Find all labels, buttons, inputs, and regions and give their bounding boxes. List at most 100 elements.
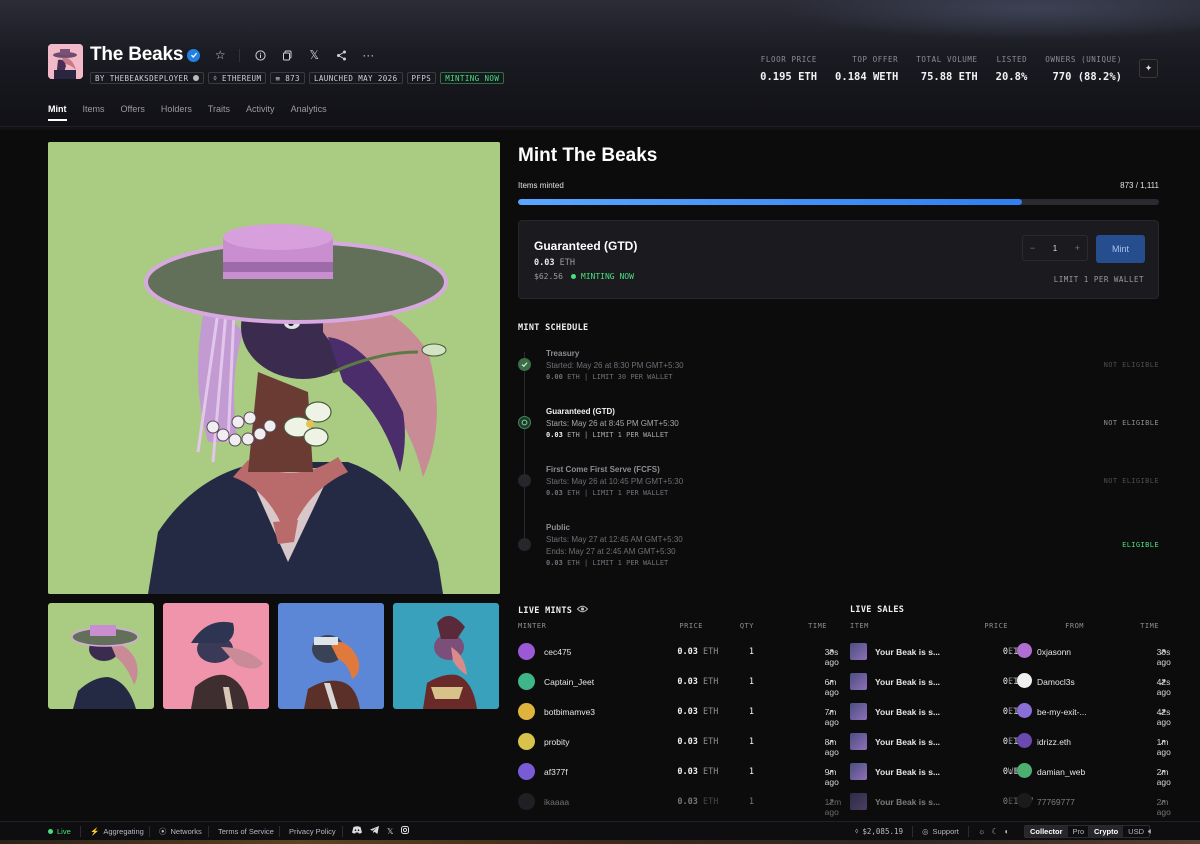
sale-time[interactable]: 42s ago ↗	[1157, 677, 1171, 697]
sale-row[interactable]: Your Beak is s... 0.183 WETH damian_web 2m …	[850, 763, 1171, 787]
sale-time[interactable]: 1m ago ↗	[1157, 737, 1171, 757]
collection-avatar[interactable]	[48, 44, 83, 79]
expand-stats-button[interactable]: ✦	[1139, 59, 1158, 78]
sale-row[interactable]: Your Beak is s... 0.195 ETH 0xjasonn 30s ag…	[850, 643, 1171, 667]
category-chip[interactable]: PFPS	[406, 72, 437, 84]
sale-time[interactable]: 2m ago ↗	[1157, 767, 1171, 787]
copy-icon[interactable]	[280, 48, 294, 62]
favorite-star-icon[interactable]: ☆	[213, 48, 227, 62]
live-status[interactable]: Live	[48, 827, 71, 836]
sale-time[interactable]: 2m ago ↗	[1157, 797, 1171, 817]
sale-row[interactable]: Your Beak is s... 0.195 ETH Damocl3s 42s ag…	[850, 673, 1171, 697]
sale-row[interactable]: Your Beak is s... 0.197 ETH be-my-exit-...…	[850, 703, 1171, 727]
ethereum-icon: ⬨	[213, 73, 223, 82]
eye-icon[interactable]	[577, 605, 589, 616]
minter-name[interactable]: ikaaaa	[544, 797, 569, 807]
tab-activity[interactable]: Activity	[246, 104, 275, 121]
sale-time[interactable]: 42s ago ↗	[1157, 707, 1171, 727]
thumbnail-3[interactable]	[278, 603, 384, 709]
sale-item-name[interactable]: Your Beak is s...	[875, 737, 940, 747]
sale-time[interactable]: 30s ago ↗	[1157, 647, 1171, 667]
minter-name[interactable]: botbimamve3	[544, 707, 595, 717]
support-link[interactable]: ◎ Support	[922, 827, 959, 836]
sound-icon[interactable]: 🔈︎	[1148, 826, 1153, 837]
thumbnail-4[interactable]	[393, 603, 499, 709]
info-icon[interactable]	[253, 48, 267, 62]
sale-item-name[interactable]: Your Beak is s...	[875, 767, 940, 777]
mint-row[interactable]: probity 0.03 ETH 1 8m ago ↗	[518, 733, 839, 757]
decrement-button[interactable]: −	[1030, 243, 1035, 253]
instagram-icon[interactable]	[401, 826, 410, 836]
mint-row[interactable]: cec475 0.03 ETH 1 30s ago ↗	[518, 643, 839, 667]
seller-name[interactable]: idrizz.eth	[1037, 737, 1071, 747]
seller-name[interactable]: be-my-exit-...	[1037, 707, 1087, 717]
minter-name[interactable]: Captain_Jeet	[544, 677, 594, 687]
sale-row[interactable]: Your Beak is s... 0.1967 ETH77769777 2m ag…	[850, 793, 1171, 817]
stat-owners[interactable]: OWNERS (UNIQUE) 770 (88.2%)	[1045, 55, 1122, 83]
live-dot-icon	[48, 828, 53, 834]
seller-name[interactable]: 0xjasonn	[1037, 647, 1071, 657]
mint-row[interactable]: botbimamve3 0.03 ETH 1 7m ago ↗	[518, 703, 839, 727]
discord-icon[interactable]	[352, 826, 362, 836]
stat-total-volume[interactable]: TOTAL VOLUME 75.88 ETH	[916, 55, 977, 83]
usd-currency-button[interactable]: USD	[1123, 826, 1149, 837]
more-options-icon[interactable]: ···	[361, 48, 375, 62]
thumbnail-1[interactable]	[48, 603, 154, 709]
mint-time[interactable]: 7m ago ↗	[825, 707, 839, 727]
mint-row[interactable]: ikaaaa 0.03 ETH 1 12m ago ↗	[518, 793, 842, 817]
crypto-currency-button[interactable]: Crypto	[1089, 825, 1124, 837]
tab-analytics[interactable]: Analytics	[291, 104, 327, 121]
x-twitter-icon[interactable]: 𝕏	[307, 48, 321, 62]
live-dot-icon	[570, 274, 576, 279]
privacy-link[interactable]: Privacy Policy	[289, 827, 336, 836]
sale-item-name[interactable]: Your Beak is s...	[875, 707, 940, 717]
mint-row[interactable]: af377f 0.03 ETH 1 9m ago ↗	[518, 763, 839, 787]
telegram-icon[interactable]	[370, 826, 379, 836]
thumbnail-2[interactable]	[163, 603, 269, 709]
tab-offers[interactable]: Offers	[121, 104, 145, 121]
stat-floor-price[interactable]: FLOOR PRICE 0.195 ETH	[760, 55, 817, 83]
lightning-icon: ⚡	[90, 826, 100, 836]
currency-toggle: Crypto USD	[1088, 824, 1151, 838]
tab-mint[interactable]: Mint	[48, 104, 67, 121]
mint-time[interactable]: 6m ago ↗	[825, 677, 839, 697]
minter-name[interactable]: probity	[544, 737, 570, 747]
sale-item-name[interactable]: Your Beak is s...	[875, 797, 940, 807]
mint-time[interactable]: 12m ago ↗	[825, 797, 842, 817]
tab-traits[interactable]: Traits	[208, 104, 230, 121]
light-mode-icon[interactable]: ☼	[978, 827, 985, 836]
minter-name[interactable]: cec475	[544, 647, 571, 657]
phase-treasury: Treasury Started: May 26 at 8:30 PM GMT+…	[518, 349, 1159, 389]
dark-mode-icon[interactable]: ☾	[991, 827, 998, 836]
seller-name[interactable]: damian_web	[1037, 767, 1085, 777]
networks-status[interactable]: ⦿ Networks	[159, 826, 202, 837]
chain-chip: ⬨ ETHEREUM	[208, 72, 267, 84]
system-theme-icon[interactable]: ◐	[1005, 827, 1010, 836]
mint-button[interactable]: Mint	[1096, 235, 1145, 263]
phase-price: 0.03 ETH | LIMIT 1 PER WALLET	[546, 431, 669, 439]
seller-name[interactable]: 77769777	[1037, 797, 1075, 807]
sale-item-name[interactable]: Your Beak is s...	[875, 677, 940, 687]
tab-holders[interactable]: Holders	[161, 104, 192, 121]
terms-link[interactable]: Terms of Service	[218, 827, 274, 836]
mint-row[interactable]: Captain_Jeet 0.03 ETH 1 6m ago ↗	[518, 673, 839, 697]
sale-item-name[interactable]: Your Beak is s...	[875, 647, 940, 657]
minter-avatar	[518, 703, 535, 720]
stat-top-offer[interactable]: TOP OFFER 0.184 WETH	[835, 55, 898, 83]
aggregating-status[interactable]: ⚡ Aggregating	[90, 827, 144, 836]
mint-time[interactable]: 30s ago ↗	[825, 647, 839, 667]
quantity-value[interactable]: 1	[1053, 244, 1057, 253]
mint-time[interactable]: 8m ago ↗	[825, 737, 839, 757]
seller-name[interactable]: Damocl3s	[1037, 677, 1075, 687]
collector-mode-button[interactable]: Collector	[1025, 825, 1068, 837]
minter-name[interactable]: af377f	[544, 767, 568, 777]
pro-mode-button[interactable]: Pro	[1068, 826, 1090, 837]
mint-time[interactable]: 9m ago ↗	[825, 767, 839, 787]
creator-chip[interactable]: BY THEBEAKSDEPLOYER	[90, 72, 205, 84]
tab-items[interactable]: Items	[83, 104, 105, 121]
sale-row[interactable]: Your Beak is s... 0.195 ETH idrizz.eth 1m a…	[850, 733, 1171, 757]
x-twitter-icon[interactable]: 𝕏	[387, 827, 393, 836]
share-icon[interactable]	[334, 48, 348, 62]
increment-button[interactable]: +	[1075, 243, 1080, 253]
stat-listed[interactable]: LISTED 20.8%	[996, 55, 1028, 83]
